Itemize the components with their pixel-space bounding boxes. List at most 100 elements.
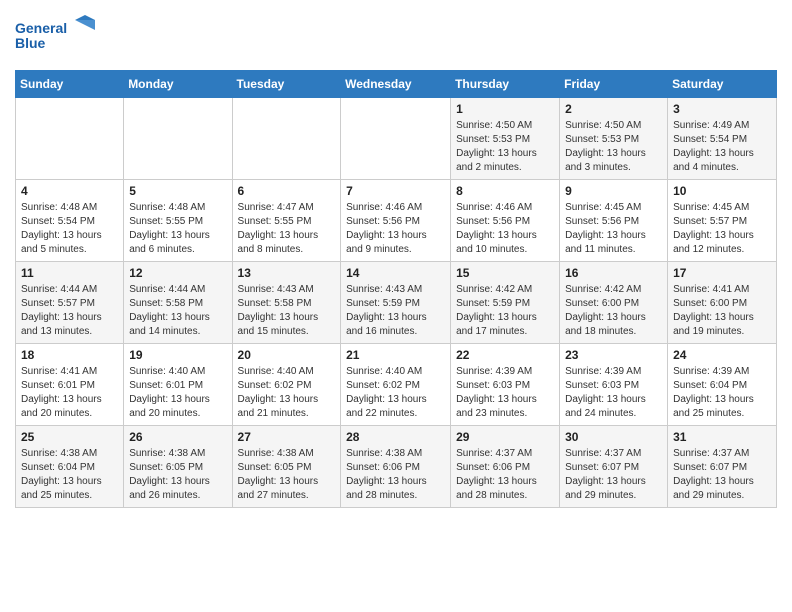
day-info: Sunrise: 4:39 AM Sunset: 6:04 PM Dayligh… [673,365,771,421]
calendar-cell [124,98,232,180]
calendar-cell: 15Sunrise: 4:42 AM Sunset: 5:59 PM Dayli… [451,262,560,344]
day-info: Sunrise: 4:40 AM Sunset: 6:01 PM Dayligh… [129,365,226,421]
col-header-friday: Friday [560,71,668,98]
calendar-cell [16,98,124,180]
day-number: 6 [238,184,336,198]
svg-text:Blue: Blue [15,35,46,51]
day-number: 20 [238,348,336,362]
day-number: 25 [21,430,118,444]
svg-text:General: General [15,20,67,36]
day-info: Sunrise: 4:42 AM Sunset: 6:00 PM Dayligh… [565,283,662,339]
day-number: 13 [238,266,336,280]
day-number: 12 [129,266,226,280]
day-info: Sunrise: 4:38 AM Sunset: 6:04 PM Dayligh… [21,447,118,503]
day-number: 16 [565,266,662,280]
calendar-cell: 8 Sunrise: 4:46 AM Sunset: 5:56 PM Daylig… [451,180,560,262]
day-number: 1 [456,102,554,116]
calendar-cell: 31 Sunrise: 4:37 AM Sunset: 6:07 PM Dayli… [668,426,777,508]
calendar-cell: 26 Sunrise: 4:38 AM Sunset: 6:05 PM Dayli… [124,426,232,508]
day-info: Sunrise: 4:38 AM Sunset: 6:05 PM Dayligh… [238,447,336,503]
calendar-cell: 18 Sunrise: 4:41 AM Sunset: 6:01 PM Dayli… [16,344,124,426]
day-number: 3 [673,102,771,116]
day-info: Sunrise: 4:37 AM Sunset: 6:07 PM Dayligh… [673,447,771,503]
day-info: Sunrise: 4:37 AM Sunset: 6:06 PM Dayligh… [456,447,554,503]
calendar-cell: 1 Sunrise: 4:50 AM Sunset: 5:53 PM Daylig… [451,98,560,180]
col-header-sunday: Sunday [16,71,124,98]
calendar-cell: 14 Sunrise: 4:43 AM Sunset: 5:59 PM Dayli… [341,262,451,344]
day-number: 28 [346,430,445,444]
day-info: Sunrise: 4:40 AM Sunset: 6:02 PM Dayligh… [346,365,445,421]
day-info: Sunrise: 4:50 AM Sunset: 5:53 PM Dayligh… [456,119,554,175]
calendar-cell: 3Sunrise: 4:49 AM Sunset: 5:54 PM Daylig… [668,98,777,180]
day-number: 24 [673,348,771,362]
calendar-cell [232,98,341,180]
day-info: Sunrise: 4:39 AM Sunset: 6:03 PM Dayligh… [456,365,554,421]
calendar-cell: 24 Sunrise: 4:39 AM Sunset: 6:04 PM Dayli… [668,344,777,426]
day-number: 23 [565,348,662,362]
col-header-thursday: Thursday [451,71,560,98]
day-number: 8 [456,184,554,198]
logo: GeneralBlue [15,15,105,60]
day-number: 14 [346,266,445,280]
calendar-cell: 28Sunrise: 4:38 AM Sunset: 6:06 PM Dayli… [341,426,451,508]
day-number: 10 [673,184,771,198]
day-number: 22 [456,348,554,362]
calendar-cell [341,98,451,180]
day-info: Sunrise: 4:38 AM Sunset: 6:05 PM Dayligh… [129,447,226,503]
day-number: 11 [21,266,118,280]
day-info: Sunrise: 4:39 AM Sunset: 6:03 PM Dayligh… [565,365,662,421]
day-info: Sunrise: 4:46 AM Sunset: 5:56 PM Dayligh… [456,201,554,257]
day-info: Sunrise: 4:41 AM Sunset: 6:00 PM Dayligh… [673,283,771,339]
calendar-cell: 12 Sunrise: 4:44 AM Sunset: 5:58 PM Dayli… [124,262,232,344]
day-number: 2 [565,102,662,116]
day-number: 27 [238,430,336,444]
calendar-cell: 11 Sunrise: 4:44 AM Sunset: 5:57 PM Dayli… [16,262,124,344]
calendar-cell: 16 Sunrise: 4:42 AM Sunset: 6:00 PM Dayli… [560,262,668,344]
logo-svg: GeneralBlue [15,15,105,60]
page-header: GeneralBlue [15,15,777,60]
day-info: Sunrise: 4:44 AM Sunset: 5:58 PM Dayligh… [129,283,226,339]
calendar-table: SundayMondayTuesdayWednesdayThursdayFrid… [15,70,777,508]
day-info: Sunrise: 4:46 AM Sunset: 5:56 PM Dayligh… [346,201,445,257]
day-number: 7 [346,184,445,198]
calendar-cell: 17 Sunrise: 4:41 AM Sunset: 6:00 PM Dayli… [668,262,777,344]
col-header-saturday: Saturday [668,71,777,98]
day-info: Sunrise: 4:47 AM Sunset: 5:55 PM Dayligh… [238,201,336,257]
calendar-cell: 21 Sunrise: 4:40 AM Sunset: 6:02 PM Dayli… [341,344,451,426]
day-number: 26 [129,430,226,444]
day-info: Sunrise: 4:41 AM Sunset: 6:01 PM Dayligh… [21,365,118,421]
day-info: Sunrise: 4:44 AM Sunset: 5:57 PM Dayligh… [21,283,118,339]
calendar-cell: 30Sunrise: 4:37 AM Sunset: 6:07 PM Dayli… [560,426,668,508]
day-number: 9 [565,184,662,198]
calendar-week-5: 25 Sunrise: 4:38 AM Sunset: 6:04 PM Dayli… [16,426,777,508]
day-info: Sunrise: 4:40 AM Sunset: 6:02 PM Dayligh… [238,365,336,421]
calendar-week-4: 18 Sunrise: 4:41 AM Sunset: 6:01 PM Dayli… [16,344,777,426]
calendar-week-3: 11 Sunrise: 4:44 AM Sunset: 5:57 PM Dayli… [16,262,777,344]
day-info: Sunrise: 4:50 AM Sunset: 5:53 PM Dayligh… [565,119,662,175]
calendar-header-row: SundayMondayTuesdayWednesdayThursdayFrid… [16,71,777,98]
calendar-cell: 2 Sunrise: 4:50 AM Sunset: 5:53 PM Daylig… [560,98,668,180]
day-number: 31 [673,430,771,444]
day-number: 5 [129,184,226,198]
col-header-monday: Monday [124,71,232,98]
col-header-tuesday: Tuesday [232,71,341,98]
calendar-cell: 5 Sunrise: 4:48 AM Sunset: 5:55 PM Daylig… [124,180,232,262]
day-number: 21 [346,348,445,362]
calendar-week-2: 4 Sunrise: 4:48 AM Sunset: 5:54 PM Daylig… [16,180,777,262]
day-number: 4 [21,184,118,198]
day-number: 29 [456,430,554,444]
day-number: 18 [21,348,118,362]
calendar-cell: 22 Sunrise: 4:39 AM Sunset: 6:03 PM Dayli… [451,344,560,426]
day-info: Sunrise: 4:48 AM Sunset: 5:54 PM Dayligh… [21,201,118,257]
day-info: Sunrise: 4:43 AM Sunset: 5:58 PM Dayligh… [238,283,336,339]
calendar-cell: 4 Sunrise: 4:48 AM Sunset: 5:54 PM Daylig… [16,180,124,262]
day-number: 30 [565,430,662,444]
day-number: 19 [129,348,226,362]
calendar-cell: 20 Sunrise: 4:40 AM Sunset: 6:02 PM Dayli… [232,344,341,426]
day-info: Sunrise: 4:48 AM Sunset: 5:55 PM Dayligh… [129,201,226,257]
calendar-cell: 6 Sunrise: 4:47 AM Sunset: 5:55 PM Daylig… [232,180,341,262]
col-header-wednesday: Wednesday [341,71,451,98]
day-number: 17 [673,266,771,280]
day-info: Sunrise: 4:43 AM Sunset: 5:59 PM Dayligh… [346,283,445,339]
calendar-cell: 23 Sunrise: 4:39 AM Sunset: 6:03 PM Dayli… [560,344,668,426]
